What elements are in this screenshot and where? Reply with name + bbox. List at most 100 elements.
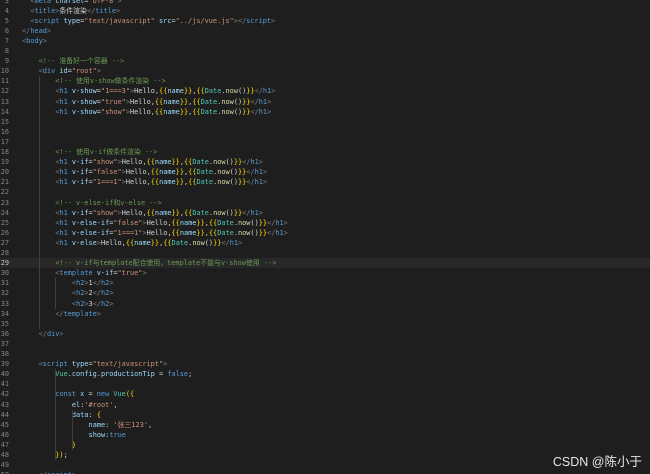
code-line[interactable]: 25 <h1 v-else-if="false">Hello,{{name}},{… [0,218,650,228]
code-line[interactable]: 28 [0,248,650,258]
code-token: () [233,97,243,106]
code-line[interactable]: 8 [0,46,650,56]
code-token: h1 [250,208,259,217]
line-number: 27 [0,238,9,247]
code-text: <!-- v-if与template配合使用，template不能与v-show… [55,258,276,268]
code-token: "false" [92,168,122,177]
code-line[interactable]: 45 name: '张三123', [0,420,650,430]
code-token: , [113,400,118,409]
code-text: <h1 v-else-if="1===1">Hello,{{name}},{{D… [55,228,288,238]
code-token: template [63,309,97,318]
code-token: type [67,360,89,369]
line-number: 49 [0,461,9,470]
code-token: > [59,329,64,338]
code-token: > [109,279,114,288]
code-token: ({ [125,390,135,399]
code-line[interactable]: 33 <h2>3</h2> [0,299,650,309]
code-token: id [55,67,68,76]
code-token: {{ [192,107,201,116]
code-line[interactable]: 17 [0,137,650,147]
code-line[interactable]: 13 <h1 v-show="true">Hello,{{name}},{{Dat… [0,97,650,107]
code-text: <!-- v-else-if和v-else --> [55,198,161,208]
code-token: false [167,370,189,379]
line-number: 38 [0,350,9,358]
code-text: <template v-if="true"> [55,268,146,278]
code-line[interactable]: 11 <!-- 使用v-show做条件渲染 --> [0,76,650,86]
code-line[interactable]: 31 <h2>1</h2> [0,278,650,288]
code-token: meta [34,0,52,5]
code-token: </ [250,97,259,106]
code-line[interactable]: 42 const x = new Vue({ [0,389,650,399]
code-line[interactable]: 6 </head> [0,26,650,36]
code-token: () [225,208,234,217]
code-line[interactable]: 30 <template v-if="true"> [0,268,650,278]
code-line[interactable]: 19 <h1 v-if="show">Hello,{{name}},{{Date.… [0,157,650,167]
code-line[interactable]: 14 <h1 v-show="show">Hello,{{name}},{{Dat… [0,107,650,117]
code-line[interactable]: 22 [0,187,650,197]
line-number: 16 [0,127,9,136]
code-token: Hello, [146,228,172,237]
code-line[interactable]: 24 <h1 v-if="show">Hello,{{name}},{{Date.… [0,208,650,218]
code-line[interactable]: 40 Vue.config.productionTip = false; [0,369,650,379]
code-line[interactable]: 32 <h2>2</h2> [0,288,650,298]
code-token: > [262,178,268,187]
code-token: "false" [113,218,143,227]
code-text: </template> [55,309,101,319]
code-line[interactable]: 15 [0,117,650,127]
code-line[interactable]: 36 </div> [0,329,650,339]
code-text: <h2>2</h2> [72,288,114,298]
code-token: > [283,218,288,227]
code-line[interactable]: 41 [0,379,650,389]
code-line[interactable]: 18 <!-- 使用v-if做条件渲染 --> [0,147,650,157]
code-token: name [163,97,180,106]
code-line[interactable]: 9 <!-- 准备好一个容器 --> [0,56,650,66]
line-number: 45 [0,420,9,429]
code-token: }} [175,168,184,177]
code-line[interactable]: 37 [0,339,650,349]
code-line[interactable]: 23 <!-- v-else-if和v-else --> [0,198,650,208]
code-line[interactable]: 47} [0,440,650,450]
code-token: script [246,16,272,25]
code-token: {{ [146,158,155,167]
code-line[interactable]: 10 <div id="root"> [0,66,650,76]
code-line[interactable]: 20 <h1 v-if="false">Hello,{{name}},{{Date… [0,167,650,177]
code-token: v-show [67,97,97,106]
code-line[interactable]: 44 data: { [0,410,650,420]
code-token: head [30,26,47,35]
code-token: }} [196,218,205,227]
code-text: <h1 v-show="show">Hello,{{name}},{{Date.… [55,107,271,117]
line-number: 24 [0,208,9,217]
code-editor[interactable]: 3 <meta charset="UTF-8"> 4 <title>条件渲染</tit… [0,0,650,474]
code-token: "show" [92,208,118,217]
code-line[interactable]: 27 <h1 v-else>Hello,{{name}},{{Date.now()… [0,238,650,248]
code-token: title [95,6,116,15]
code-line[interactable]: 21 <h1 v-if="1===1">Hello,{{name}},{{Date… [0,177,650,187]
code-text: </script> [39,470,76,474]
code-line[interactable]: 26 <h1 v-else-if="1===1">Hello,{{name}},{… [0,228,650,238]
code-line[interactable]: 39 <script type="text/javascript"> [0,359,650,369]
code-token: }} [175,178,184,187]
code-line[interactable]: 38 [0,349,650,359]
code-line[interactable]: 43 el:'#root', [0,400,650,410]
indent-guide [38,76,40,329]
code-token: {{ [171,218,180,227]
code-line[interactable]: 34 </template> [0,309,650,319]
code-token: </ [92,289,101,298]
code-token: "show" [100,107,126,116]
code-token: v-if [67,208,89,217]
code-line[interactable]: 46 show:true [0,430,650,440]
code-line[interactable]: 7 <body> [0,36,650,46]
code-line[interactable]: 4 <title>条件渲染</title> [0,6,650,16]
code-token: Hello, [130,97,155,106]
code-line[interactable]: 50 </script> [0,470,650,474]
code-token: div [46,329,60,338]
code-token: 条件渲染 [59,6,87,15]
code-token: Date [204,87,222,96]
code-line[interactable]: 29 <!-- v-if与template配合使用，template不能与v-sh… [0,258,650,269]
code-token: h1 [275,228,284,237]
code-token: name [154,208,172,217]
code-line[interactable]: 35 [0,319,650,329]
code-line[interactable]: 12 <h1 v-show="1===3">Hello,{{name}},{{Da… [0,86,650,96]
code-line[interactable]: 16 [0,127,650,137]
code-line[interactable]: 5 <script type="text/javascript" src="../… [0,16,650,26]
